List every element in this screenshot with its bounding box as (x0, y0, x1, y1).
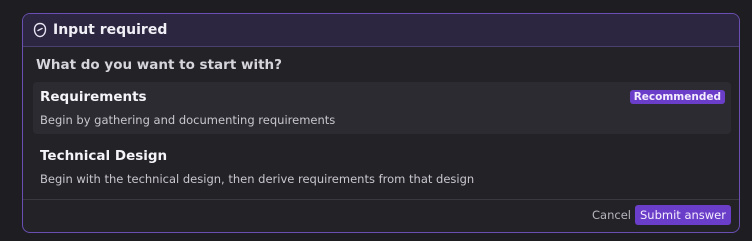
submit-answer-button[interactable]: Submit answer (635, 205, 731, 225)
input-required-dialog: Input required What do you want to start… (22, 13, 740, 233)
cancel-button[interactable]: Cancel (592, 208, 631, 222)
option-technical-design[interactable]: Technical Design Begin with the technica… (33, 141, 731, 193)
recommended-badge: Recommended (629, 90, 725, 104)
option-description: Begin by gathering and documenting requi… (40, 113, 336, 127)
option-requirements[interactable]: Requirements Begin by gathering and docu… (33, 82, 731, 134)
option-title: Technical Design (40, 148, 168, 164)
dialog-title: Input required (53, 22, 168, 38)
dialog-header: Input required (23, 14, 739, 47)
question-text: What do you want to start with? (36, 57, 282, 73)
dialog-footer: Cancel Submit answer (23, 199, 739, 232)
option-title: Requirements (40, 89, 147, 105)
option-description: Begin with the technical design, then de… (40, 172, 475, 186)
sparkle-icon (33, 22, 47, 38)
